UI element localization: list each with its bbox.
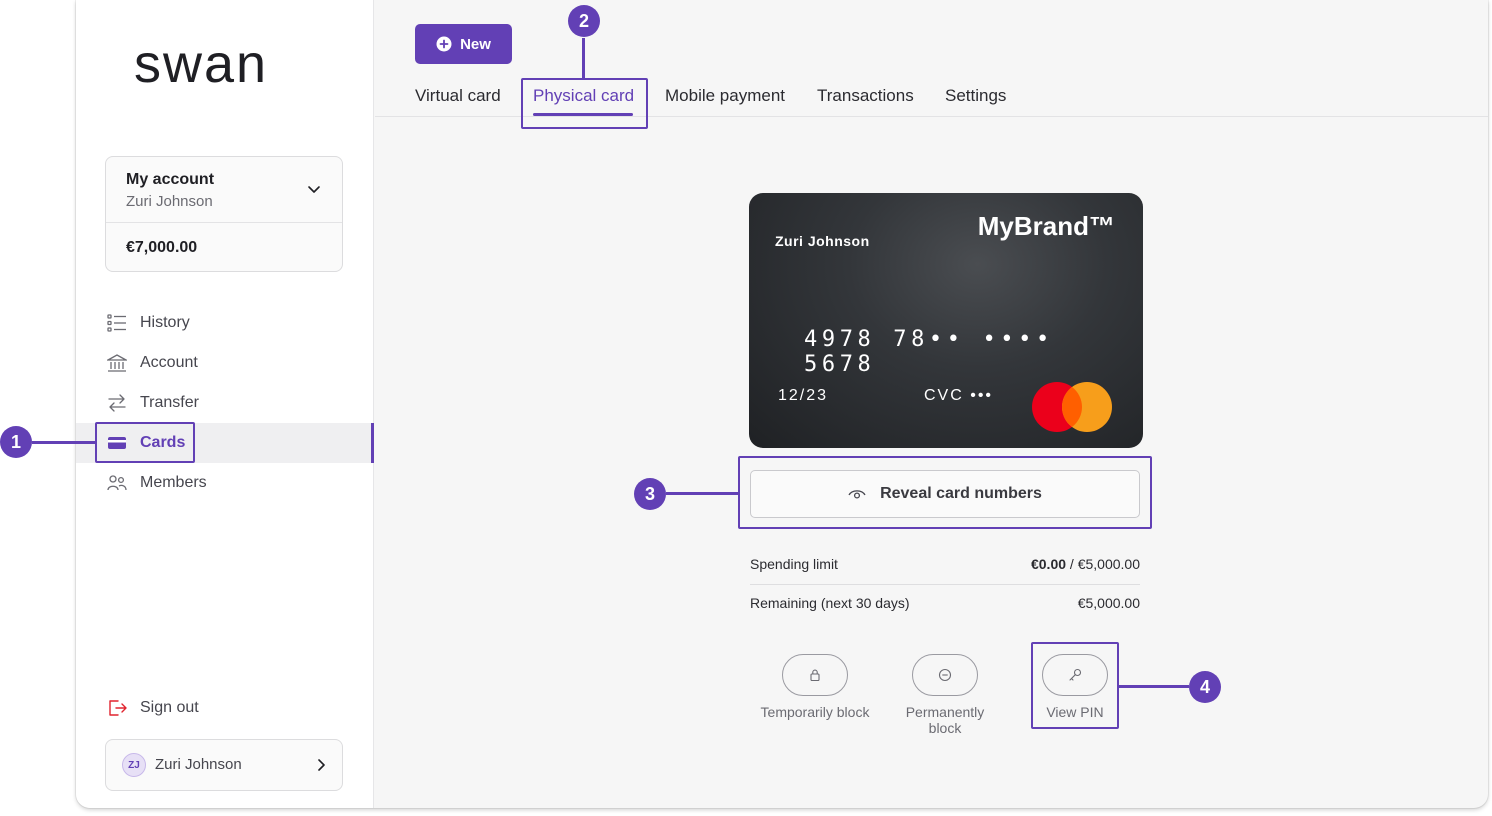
chevron-down-icon[interactable] [306, 181, 322, 197]
reveal-card-numbers-button[interactable]: Reveal card numbers [750, 470, 1140, 518]
history-list-icon [107, 314, 126, 332]
plus-circle-icon [436, 36, 452, 52]
user-menu[interactable]: ZJ Zuri Johnson [105, 739, 343, 791]
connector-2 [582, 38, 585, 78]
mastercard-logo-icon [1032, 382, 1112, 432]
sidebar-item-label: Cards [140, 434, 186, 451]
remaining-value: €5,000.00 [1077, 595, 1140, 611]
view-pin-action[interactable]: View PIN [1020, 654, 1130, 720]
spending-limit-value: €0.00 / €5,000.00 [1031, 556, 1140, 572]
lock-icon [810, 669, 820, 682]
main-content: New Virtual card Physical card Mobile pa… [375, 0, 1488, 808]
sidebar-item-members[interactable]: Members [76, 463, 374, 503]
tab-virtual-card[interactable]: Virtual card [415, 86, 501, 106]
tab-mobile-payment[interactable]: Mobile payment [665, 86, 785, 106]
spending-limit-row: Spending limit €0.00 / €5,000.00 [750, 546, 1140, 582]
transfer-arrows-icon [108, 394, 126, 412]
reveal-label: Reveal card numbers [880, 485, 1042, 502]
sidebar-item-transfer[interactable]: Transfer [76, 383, 374, 423]
sidebar-item-history[interactable]: History [76, 303, 374, 343]
sidebar-item-label: History [140, 314, 190, 331]
new-button-label: New [460, 35, 491, 53]
members-icon [107, 475, 127, 491]
annotation-badge-2: 2 [568, 5, 600, 37]
remaining-row: Remaining (next 30 days) €5,000.00 [750, 585, 1140, 621]
app-window: swan My account Zuri Johnson €7,000.00 H… [76, 0, 1488, 808]
svg-text:swan: swan [134, 40, 268, 90]
chevron-right-icon [318, 759, 325, 771]
account-balance: €7,000.00 [126, 239, 198, 256]
account-holder: Zuri Johnson [126, 193, 213, 210]
annotation-badge-1: 1 [0, 426, 32, 458]
card-cvc: CVC ••• [924, 387, 994, 404]
connector-3 [666, 492, 738, 495]
permanently-block-label: Permanently block [905, 704, 985, 736]
user-name: Zuri Johnson [155, 756, 242, 773]
tab-bar-divider [375, 116, 1488, 117]
spending-used: €0.00 [1030, 556, 1067, 572]
sidebar-item-label: Transfer [140, 394, 199, 411]
remaining-label: Remaining (next 30 days) [750, 595, 910, 611]
spending-separator: / [1066, 556, 1078, 572]
card-expiry: 12/23 [778, 387, 829, 404]
annotation-badge-3: 3 [634, 478, 666, 510]
temporarily-block-label: Temporarily block [760, 704, 870, 720]
card-number: 4978 78•• •••• 5678 [804, 327, 1054, 377]
connector-4 [1119, 685, 1189, 688]
eye-icon [848, 490, 866, 499]
spending-max: €5,000.00 [1077, 556, 1140, 572]
key-icon [1069, 668, 1082, 681]
card-icon [108, 437, 126, 449]
sidebar-item-label: Account [140, 354, 198, 371]
avatar: ZJ [122, 753, 146, 777]
block-icon [938, 668, 952, 682]
bank-icon [107, 354, 127, 372]
view-pin-label: View PIN [1046, 704, 1104, 720]
view-pin-button[interactable] [1042, 654, 1108, 696]
permanently-block-action[interactable]: Permanently block [890, 654, 1000, 736]
spending-limit-label: Spending limit [750, 556, 838, 572]
connector-1 [32, 441, 95, 444]
tab-transactions[interactable]: Transactions [817, 86, 914, 106]
annotation-badge-4: 4 [1189, 671, 1221, 703]
sidebar-item-label: Members [140, 474, 207, 491]
sign-out-button[interactable]: Sign out [76, 688, 374, 728]
tab-settings[interactable]: Settings [945, 86, 1006, 106]
new-card-button[interactable]: New [415, 24, 512, 64]
card-holder-name: Zuri Johnson [775, 233, 870, 249]
temporarily-block-button[interactable] [782, 654, 848, 696]
sidebar: swan My account Zuri Johnson €7,000.00 H… [76, 0, 374, 808]
account-title: My account [126, 171, 215, 188]
permanently-block-button[interactable] [912, 654, 978, 696]
sign-out-label: Sign out [140, 699, 199, 716]
sidebar-item-account[interactable]: Account [76, 343, 374, 383]
swan-logo: swan [134, 40, 268, 90]
sign-out-icon [109, 700, 127, 716]
card-brand: MyBrand™ [977, 211, 1115, 241]
sidebar-item-cards[interactable]: Cards [76, 423, 374, 463]
tab-physical-card[interactable]: Physical card [533, 86, 634, 106]
temporarily-block-action[interactable]: Temporarily block [760, 654, 870, 720]
card-preview: Zuri Johnson MyBrand™ 4978 78•• •••• 567… [749, 193, 1143, 448]
account-switcher[interactable]: My account Zuri Johnson €7,000.00 [105, 156, 343, 272]
